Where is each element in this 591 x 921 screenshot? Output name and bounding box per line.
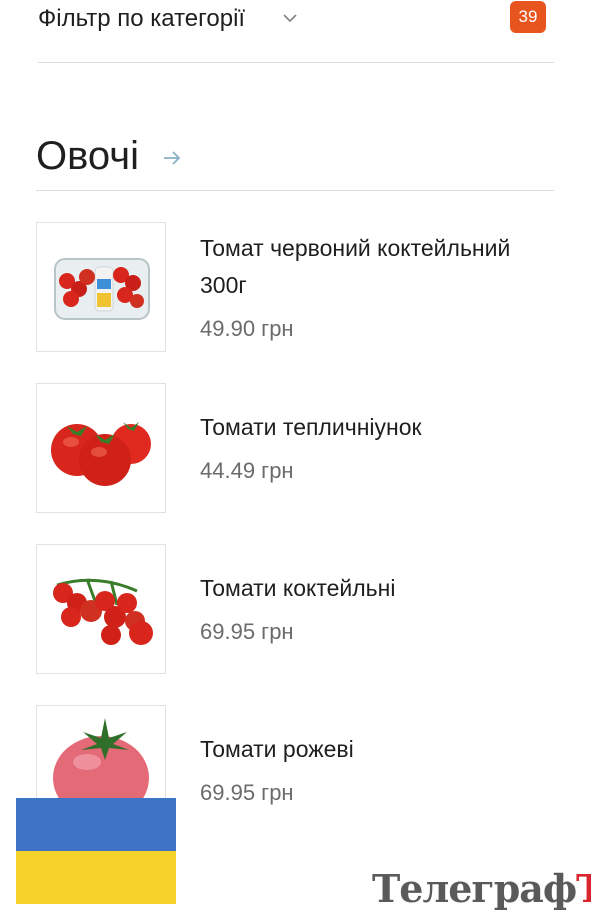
product-image[interactable] xyxy=(36,222,166,352)
product-card[interactable]: Томат червоний коктейльний 300г 49.90 гр… xyxy=(36,222,556,352)
telegraf-watermark-logo: ТелеграфЪ xyxy=(372,866,591,911)
product-card[interactable]: Томати тепличніунок 44.49 грн xyxy=(36,383,556,513)
section-title[interactable]: Овочі xyxy=(36,134,139,179)
product-image[interactable] xyxy=(36,544,166,674)
arrow-right-icon[interactable] xyxy=(162,148,182,168)
product-card[interactable]: Томати коктейльні 69.95 грн xyxy=(36,544,556,674)
product-price: 69.95 грн xyxy=(200,619,294,644)
product-image[interactable] xyxy=(36,383,166,513)
ukraine-flag-overlay xyxy=(16,798,176,904)
product-price: 69.95 грн xyxy=(200,780,294,805)
greenhouse-tomatoes-image xyxy=(51,422,151,486)
cherry-tomato-pack-image xyxy=(54,258,150,320)
filter-label[interactable]: Фільтр по категорії xyxy=(38,5,245,33)
flag-blue-stripe xyxy=(16,798,176,851)
product-name[interactable]: Томати тепличніунок xyxy=(200,409,560,446)
product-price: 49.90 грн xyxy=(200,316,294,341)
section-header[interactable]: Овочі xyxy=(36,130,554,191)
product-name[interactable]: Томати коктейльні xyxy=(200,570,560,607)
product-name[interactable]: Томат червоний коктейльний 300г xyxy=(200,230,560,304)
category-filter[interactable]: Фільтр по категорії 39 xyxy=(38,0,554,63)
product-price: 44.49 грн xyxy=(200,458,294,483)
flag-yellow-stripe xyxy=(16,851,176,904)
chevron-down-icon[interactable] xyxy=(281,9,299,27)
item-count-badge: 39 xyxy=(510,1,546,33)
cocktail-tomatoes-vine-image xyxy=(53,578,153,645)
product-name[interactable]: Томати рожеві xyxy=(200,731,560,768)
